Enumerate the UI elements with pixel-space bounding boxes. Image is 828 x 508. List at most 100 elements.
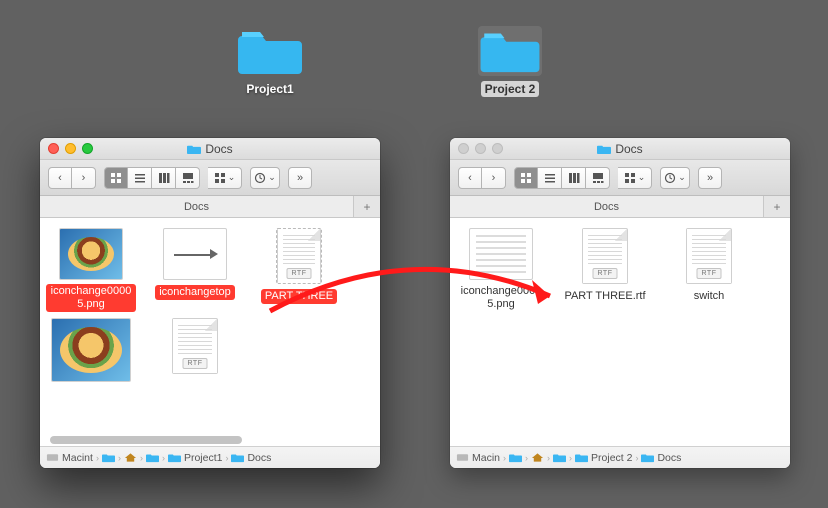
new-tab-button[interactable]: + bbox=[764, 196, 790, 217]
close-button[interactable] bbox=[458, 143, 469, 154]
file-grid[interactable]: iconchange00005.png iconchangetop RTF PA… bbox=[40, 218, 380, 446]
chevron-right-icon: › bbox=[162, 453, 165, 463]
overflow-button[interactable]: » bbox=[288, 167, 312, 189]
path-segment[interactable] bbox=[531, 452, 544, 463]
rtf-thumbnail: RTF bbox=[686, 228, 732, 284]
file-item[interactable]: iconchangetop bbox=[150, 228, 240, 312]
desktop-folder-project2[interactable]: Project 2 bbox=[470, 26, 550, 97]
chevron-left-icon: ‹ bbox=[58, 172, 62, 184]
chevron-right-icon: › bbox=[635, 453, 638, 463]
finder-window-right[interactable]: Docs ‹ › ⌄ ⌄ » Docs + iconchange00005.pn… bbox=[450, 138, 790, 468]
tab-docs[interactable]: Docs bbox=[450, 196, 764, 217]
path-segment[interactable]: Project1 bbox=[168, 452, 223, 464]
new-tab-button[interactable]: + bbox=[354, 196, 380, 217]
finder-window-left[interactable]: Docs ‹ › ⌄ ⌄ » Docs + iconchange00005.pn… bbox=[40, 138, 380, 468]
view-list-button[interactable] bbox=[128, 167, 152, 189]
minimize-button[interactable] bbox=[475, 143, 486, 154]
chevron-right-icon: › bbox=[140, 453, 143, 463]
back-button[interactable]: ‹ bbox=[48, 167, 72, 189]
path-segment[interactable] bbox=[102, 452, 115, 463]
file-grid[interactable]: iconchange00005.png RTF PART THREE.rtf R… bbox=[450, 218, 790, 446]
path-bar[interactable]: Macin › › › › Project 2 › Docs bbox=[450, 446, 790, 468]
view-switcher bbox=[514, 167, 610, 189]
path-segment[interactable] bbox=[509, 452, 522, 463]
rtf-thumbnail: RTF bbox=[276, 228, 322, 284]
file-item[interactable] bbox=[46, 318, 136, 400]
path-segment[interactable]: Macint bbox=[46, 452, 93, 464]
image-thumbnail bbox=[51, 318, 131, 382]
tabbar: Docs + bbox=[40, 196, 380, 218]
file-label bbox=[191, 387, 199, 389]
path-bar[interactable]: Macint › › › › Project1 › Docs bbox=[40, 446, 380, 468]
view-gallery-button[interactable] bbox=[176, 167, 200, 189]
chevron-right-icon: › bbox=[118, 453, 121, 463]
titlebar[interactable]: Docs bbox=[40, 138, 380, 160]
path-segment[interactable]: Docs bbox=[231, 452, 271, 464]
chevron-right-icon: › bbox=[96, 453, 99, 463]
view-icon-button[interactable] bbox=[514, 167, 538, 189]
view-switcher bbox=[104, 167, 200, 189]
group-dropdown[interactable]: ⌄ bbox=[618, 167, 652, 189]
forward-button[interactable]: › bbox=[72, 167, 96, 189]
rtf-thumbnail: RTF bbox=[172, 318, 218, 374]
close-button[interactable] bbox=[48, 143, 59, 154]
path-segment[interactable]: Project 2 bbox=[575, 452, 632, 464]
image-thumbnail bbox=[163, 228, 227, 280]
file-label bbox=[87, 395, 95, 397]
titlebar[interactable]: Docs bbox=[450, 138, 790, 160]
file-label: iconchange00005.png bbox=[456, 284, 546, 312]
tab-docs[interactable]: Docs bbox=[40, 196, 354, 217]
toolbar: ‹ › ⌄ ⌄ » bbox=[40, 160, 380, 196]
file-item[interactable]: RTF bbox=[150, 318, 240, 400]
chevron-right-icon: › bbox=[525, 453, 528, 463]
rtf-thumbnail: RTF bbox=[582, 228, 628, 284]
group-dropdown[interactable]: ⌄ bbox=[208, 167, 242, 189]
view-list-button[interactable] bbox=[538, 167, 562, 189]
overflow-icon: » bbox=[707, 172, 713, 184]
path-segment[interactable]: Macin bbox=[456, 452, 500, 464]
file-item[interactable]: RTF PART THREE bbox=[254, 228, 344, 312]
chevron-right-icon: › bbox=[225, 453, 228, 463]
desktop-folder-label: Project 2 bbox=[481, 81, 540, 97]
overflow-button[interactable]: » bbox=[698, 167, 722, 189]
overflow-icon: » bbox=[297, 172, 303, 184]
view-column-button[interactable] bbox=[562, 167, 586, 189]
file-label: switch bbox=[690, 289, 729, 304]
nav-buttons: ‹ › bbox=[48, 167, 96, 189]
chevron-right-icon: › bbox=[82, 172, 86, 184]
maximize-button[interactable] bbox=[492, 143, 503, 154]
file-label: PART THREE.rtf bbox=[560, 289, 649, 304]
forward-button[interactable]: › bbox=[482, 167, 506, 189]
folder-icon bbox=[478, 26, 542, 76]
view-column-button[interactable] bbox=[152, 167, 176, 189]
toolbar: ‹ › ⌄ ⌄ » bbox=[450, 160, 790, 196]
action-dropdown[interactable]: ⌄ bbox=[660, 167, 690, 189]
view-icon-button[interactable] bbox=[104, 167, 128, 189]
horizontal-scrollbar[interactable] bbox=[50, 436, 370, 444]
view-gallery-button[interactable] bbox=[586, 167, 610, 189]
file-label: iconchangetop bbox=[155, 285, 235, 300]
nav-buttons: ‹ › bbox=[458, 167, 506, 189]
action-dropdown[interactable]: ⌄ bbox=[250, 167, 280, 189]
chevron-right-icon: › bbox=[503, 453, 506, 463]
traffic-lights bbox=[458, 143, 503, 154]
minimize-button[interactable] bbox=[65, 143, 76, 154]
folder-icon bbox=[238, 26, 302, 76]
tabbar: Docs + bbox=[450, 196, 790, 218]
file-item[interactable]: RTF switch bbox=[664, 228, 754, 312]
path-segment[interactable] bbox=[553, 452, 566, 463]
image-thumbnail bbox=[469, 228, 533, 280]
file-label: iconchange00005.png bbox=[46, 284, 136, 312]
chevron-right-icon: › bbox=[569, 453, 572, 463]
path-segment[interactable] bbox=[146, 452, 159, 463]
file-item[interactable]: iconchange00005.png bbox=[456, 228, 546, 312]
path-segment[interactable]: Docs bbox=[641, 452, 681, 464]
image-thumbnail bbox=[59, 228, 123, 280]
maximize-button[interactable] bbox=[82, 143, 93, 154]
desktop-folder-project1[interactable]: Project1 bbox=[230, 26, 310, 97]
file-item[interactable]: iconchange00005.png bbox=[46, 228, 136, 312]
back-button[interactable]: ‹ bbox=[458, 167, 482, 189]
file-item[interactable]: RTF PART THREE.rtf bbox=[560, 228, 650, 312]
path-segment[interactable] bbox=[124, 452, 137, 463]
desktop-folder-label: Project1 bbox=[242, 81, 297, 97]
